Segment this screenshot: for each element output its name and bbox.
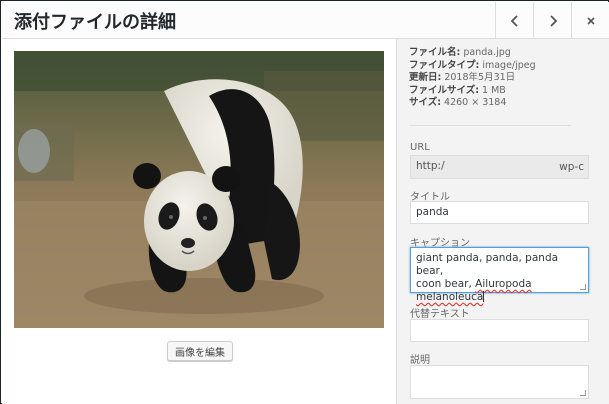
- meta-filetype-row: ファイルタイプ: image/jpeg: [409, 60, 536, 73]
- url-label: URL: [410, 142, 430, 153]
- description-label: 説明: [410, 355, 430, 366]
- file-metadata: ファイル名: panda.jpg ファイルタイプ: image/jpeg 更新日…: [409, 47, 536, 110]
- caption-line-2-start: coon bear,: [416, 278, 476, 290]
- meta-filetype-value: image/jpeg: [482, 59, 536, 71]
- meta-updated-label: 更新日:: [409, 72, 442, 83]
- meta-updated-row: 更新日: 2018年5月31日: [409, 72, 536, 85]
- meta-filename-label: ファイル名:: [409, 47, 461, 58]
- chevron-right-icon: [549, 14, 557, 27]
- alt-text-input[interactable]: [410, 319, 589, 342]
- previous-button[interactable]: [495, 2, 533, 39]
- caption-line-1: giant panda, panda, panda bear,: [416, 252, 559, 277]
- attachment-sidebar: ファイル名: panda.jpg ファイルタイプ: image/jpeg 更新日…: [396, 39, 609, 404]
- meta-filesize-row: ファイルサイズ: 1 MB: [409, 85, 536, 98]
- edit-image-button[interactable]: 画像を編集: [167, 341, 233, 361]
- panda-photo: [14, 51, 384, 328]
- meta-filename-row: ファイル名: panda.jpg: [409, 47, 536, 60]
- meta-dimensions-row: サイズ: 4260 × 3184: [409, 97, 536, 110]
- next-button[interactable]: [533, 2, 571, 39]
- caption-line-2: coon bear, Ailuropoda melanoleuca: [416, 278, 583, 304]
- caption-textarea[interactable]: giant panda, panda, panda bear, coon bea…: [410, 247, 589, 303]
- title-input[interactable]: panda: [410, 201, 589, 224]
- description-textarea[interactable]: [410, 365, 589, 399]
- meta-dimensions-label: サイズ:: [409, 97, 442, 108]
- divider: [409, 125, 571, 126]
- url-value-end: wp-c: [559, 161, 584, 173]
- close-icon: [586, 16, 595, 25]
- meta-updated-value: 2018年5月31日: [444, 72, 516, 83]
- alt-text-label: 代替テキスト: [410, 309, 470, 320]
- chevron-left-icon: [510, 14, 518, 27]
- attachment-details-modal: 添付ファイルの詳細 画像を編集 ファイル名: panda.jpg ファイルタイプ…: [0, 0, 609, 404]
- resize-handle-icon[interactable]: [580, 284, 586, 290]
- text-cursor: [483, 291, 485, 302]
- modal-title: 添付ファイルの詳細: [14, 12, 176, 33]
- modal-header: 添付ファイルの詳細: [2, 2, 609, 39]
- url-field[interactable]: http:/ wp-c: [410, 155, 589, 179]
- close-button[interactable]: [571, 2, 609, 39]
- meta-dimensions-value: 4260 × 3184: [444, 97, 507, 108]
- meta-filesize-label: ファイルサイズ:: [409, 84, 480, 96]
- url-value-start: http:/: [416, 160, 445, 172]
- meta-filesize-value: 1 MB: [482, 84, 506, 96]
- meta-filetype-label: ファイルタイプ:: [409, 59, 480, 71]
- attachment-image: [14, 51, 384, 328]
- image-preview-pane: 画像を編集: [2, 39, 396, 404]
- resize-handle-icon[interactable]: [580, 390, 586, 396]
- meta-filename-value: panda.jpg: [463, 47, 511, 58]
